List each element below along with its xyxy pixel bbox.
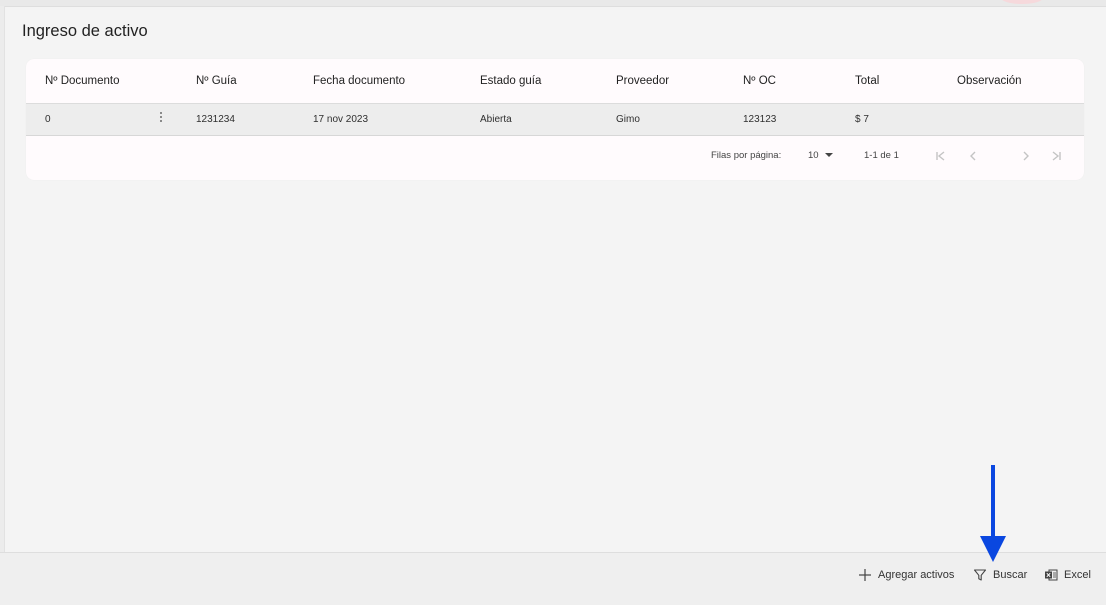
column-header-guia[interactable]: Nº Guía — [196, 75, 237, 87]
table-row[interactable]: 0 1231234 17 nov 2023 Abierta Gimo 12312… — [26, 104, 1084, 136]
column-header-total[interactable]: Total — [855, 75, 879, 87]
top-edge — [0, 0, 1106, 7]
column-header-estado[interactable]: Estado guía — [480, 75, 541, 87]
cell-total: $ 7 — [855, 114, 869, 125]
cell-estado: Abierta — [480, 114, 512, 125]
search-button[interactable]: Buscar — [973, 567, 1027, 583]
column-header-fecha[interactable]: Fecha documento — [313, 75, 405, 87]
last-page-icon[interactable] — [1049, 149, 1063, 163]
excel-label: Excel — [1064, 569, 1091, 581]
column-header-proveedor[interactable]: Proveedor — [616, 75, 669, 87]
first-page-icon[interactable] — [934, 149, 948, 163]
cell-fecha: 17 nov 2023 — [313, 114, 369, 125]
add-assets-label: Agregar activos — [878, 569, 955, 581]
filter-icon — [973, 568, 987, 582]
arrow-head — [980, 536, 1006, 562]
rows-per-page-value: 10 — [808, 150, 819, 161]
cell-guia: 1231234 — [196, 114, 235, 125]
excel-button[interactable]: Excel — [1044, 567, 1091, 583]
column-header-observacion[interactable]: Observación — [957, 75, 1022, 87]
bottom-action-bar: Agregar activos Buscar Excel — [0, 552, 1106, 605]
cell-proveedor: Gimo — [616, 114, 640, 125]
table-header: Nº Documento Nº Guía Fecha documento Est… — [26, 59, 1084, 104]
chevron-right-icon[interactable] — [1019, 149, 1033, 163]
arrow-shaft — [991, 465, 995, 539]
add-assets-button[interactable]: Agregar activos — [858, 567, 954, 583]
arrow-down-icon — [980, 465, 1006, 562]
page-title: Ingreso de activo — [22, 22, 148, 40]
more-vert-icon[interactable] — [157, 110, 165, 128]
chevron-left-icon[interactable] — [966, 149, 980, 163]
rows-per-page-select[interactable]: 10 — [808, 150, 833, 161]
plus-icon — [858, 568, 872, 582]
left-edge — [0, 6, 5, 604]
search-label: Buscar — [993, 569, 1028, 581]
excel-icon — [1044, 568, 1058, 582]
column-header-oc[interactable]: Nº OC — [743, 75, 776, 87]
column-header-documento[interactable]: Nº Documento — [45, 75, 120, 87]
cell-documento: 0 — [45, 114, 51, 125]
assets-table-card: Nº Documento Nº Guía Fecha documento Est… — [26, 59, 1084, 180]
pagination-range: 1-1 de 1 — [864, 150, 899, 161]
rows-per-page-label: Filas por página: — [711, 150, 782, 161]
chevron-down-icon — [824, 153, 833, 158]
cell-oc: 123123 — [743, 114, 777, 125]
